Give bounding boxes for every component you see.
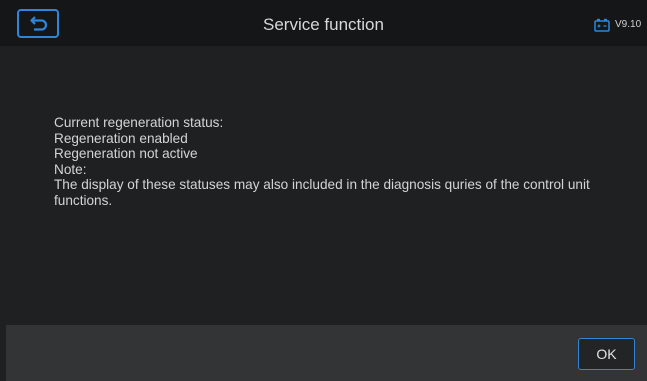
service-function-screen: Service function V9.10 Current regenerat… (0, 0, 647, 381)
regeneration-enabled-text: Regeneration enabled (54, 130, 188, 146)
version-label: V9.10 (615, 19, 642, 30)
status-message: Current regeneration status: Regeneratio… (54, 115, 629, 208)
status-heading: Current regeneration status: (54, 115, 224, 130)
ok-button[interactable]: OK (578, 338, 635, 370)
regeneration-active-text: Regeneration not active (54, 146, 198, 161)
top-bar: Service function V9.10 (0, 0, 647, 46)
note-heading: Note: (54, 161, 87, 177)
bottom-bar: OK (6, 325, 647, 381)
page-title: Service function (263, 15, 384, 34)
note-text: The display of these statuses may also i… (54, 177, 590, 208)
battery-icon (594, 18, 610, 32)
